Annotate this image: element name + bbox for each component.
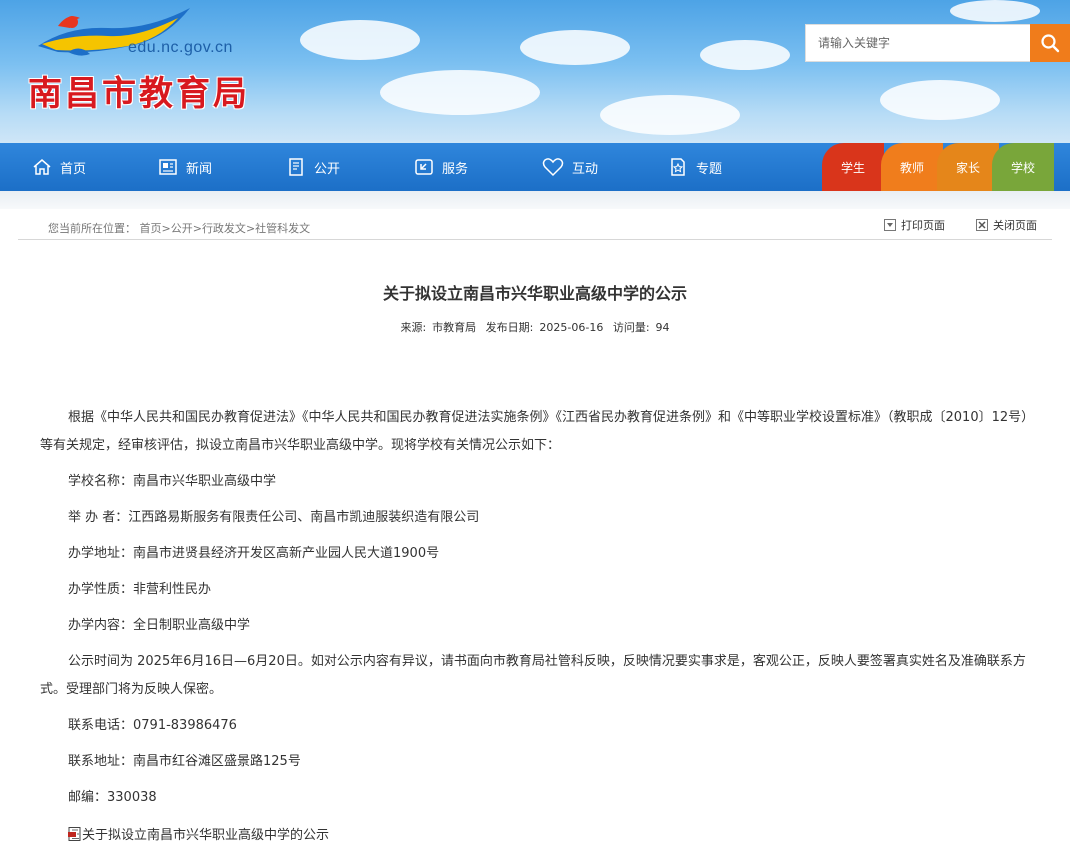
address-line: 办学地址：南昌市进贤县经济开发区高新产业园人民大道1900号 (68, 546, 440, 561)
breadcrumb-open[interactable]: 公开 (171, 222, 193, 235)
nav-label: 公开 (314, 161, 341, 177)
intro-paragraph: 根据《中华人民共和国民办教育促进法》《中华人民共和国民办教育促进法实施条例》《江… (40, 410, 1028, 453)
views-label: 访问量: (612, 321, 650, 334)
breadcrumb: 您当前所在位置： 首页>公开>行政发文>社管科发文 (48, 220, 310, 236)
site-name: 南昌市教育局 (28, 74, 250, 114)
cloud-decoration (880, 80, 1000, 120)
home-icon (33, 159, 51, 175)
cloud-decoration (380, 70, 540, 115)
search-icon (1041, 34, 1060, 53)
nav-label: 专题 (696, 161, 723, 177)
attachment-label: 关于拟设立南昌市兴华职业高级中学的公示 (82, 828, 330, 843)
breadcrumb-bar: 您当前所在位置： 首页>公开>行政发文>社管科发文 打印页面 关闭页面 (18, 212, 1052, 240)
site-domain: edu.nc.gov.cn (128, 39, 233, 56)
article-body: 根据《中华人民共和国民办教育促进法》《中华人民共和国民办教育促进法实施条例》《江… (40, 404, 1030, 812)
close-page-button[interactable]: 关闭页面 (976, 217, 1037, 233)
nav-item-home[interactable]: 首页 (32, 143, 86, 191)
logo-icon (38, 8, 190, 56)
cloud-decoration (520, 30, 630, 65)
sponsor-line: 举 办 者：江西路易斯服务有限责任公司、南昌市凯迪服装织造有限公司 (68, 510, 480, 525)
print-page-button[interactable]: 打印页面 (884, 217, 945, 233)
breadcrumb-admin-docs[interactable]: 行政发文 (202, 222, 246, 235)
news-icon (159, 159, 177, 175)
close-label: 关闭页面 (993, 219, 1037, 232)
cloud-decoration (700, 40, 790, 70)
nav-label: 互动 (572, 161, 599, 177)
phone-line: 联系电话：0791-83986476 (68, 718, 237, 733)
date-label: 发布日期: (485, 321, 534, 334)
attachment-link[interactable]: 关于拟设立南昌市兴华职业高级中学的公示 (68, 824, 329, 843)
breadcrumb-separator: > (192, 222, 202, 235)
breadcrumb-home[interactable]: 首页 (140, 222, 162, 235)
role-tab-school[interactable]: 学校 (992, 143, 1054, 191)
search-input[interactable] (805, 24, 1030, 62)
school-name-line: 学校名称：南昌市兴华职业高级中学 (68, 474, 277, 489)
cloud-decoration (300, 20, 420, 60)
search-button[interactable] (1030, 24, 1070, 62)
source-value: 市教育局 (432, 321, 477, 334)
nav-shadow (0, 191, 1070, 209)
nature-line: 办学性质：非营利性民办 (68, 582, 212, 597)
role-tab-student[interactable]: 学生 (822, 143, 884, 191)
nav-label: 新闻 (186, 161, 213, 177)
source-label: 来源: (400, 321, 427, 334)
print-icon (884, 219, 896, 231)
period-paragraph: 公示时间为 2025年6月16日—6月20日。如对公示内容有异议，请书面向市教育… (40, 654, 1026, 697)
print-label: 打印页面 (901, 219, 945, 232)
nav-label: 首页 (60, 161, 87, 177)
breadcrumb-separator: > (245, 222, 256, 235)
content-line: 办学内容：全日制职业高级中学 (68, 618, 251, 633)
role-tab-parent[interactable]: 家长 (937, 143, 999, 191)
article-meta: 来源: 市教育局 发布日期: 2025-06-16 访问量: 94 (0, 319, 1070, 335)
views-value: 94 (655, 321, 670, 334)
document-icon (289, 158, 303, 176)
nav-item-open[interactable]: 公开 (286, 143, 340, 191)
nav-item-topic[interactable]: 专题 (668, 143, 722, 191)
nav-item-news[interactable]: 新闻 (158, 143, 212, 191)
star-page-icon (671, 158, 685, 176)
cloud-decoration (600, 95, 740, 135)
article-title: 关于拟设立南昌市兴华职业高级中学的公示 (382, 284, 687, 303)
role-tab-teacher[interactable]: 教师 (881, 143, 943, 191)
heart-icon (542, 158, 564, 177)
nav-label: 服务 (442, 161, 469, 177)
breadcrumb-separator: > (161, 222, 171, 235)
postcode-line: 邮编：330038 (68, 790, 157, 805)
service-icon (415, 159, 433, 175)
cloud-decoration (950, 0, 1040, 22)
date-value: 2025-06-16 (539, 321, 604, 334)
pdf-file-icon (68, 826, 81, 841)
close-icon (976, 219, 988, 231)
contact-address-line: 联系地址：南昌市红谷滩区盛景路125号 (68, 754, 301, 769)
nav-item-interact[interactable]: 互动 (542, 143, 598, 191)
header-banner: edu.nc.gov.cn 南昌市教育局 (0, 0, 1070, 143)
breadcrumb-prefix: 您当前所在位置： (48, 222, 136, 235)
nav-item-service[interactable]: 服务 (414, 143, 468, 191)
breadcrumb-dept-docs[interactable]: 社管科发文 (255, 222, 310, 235)
